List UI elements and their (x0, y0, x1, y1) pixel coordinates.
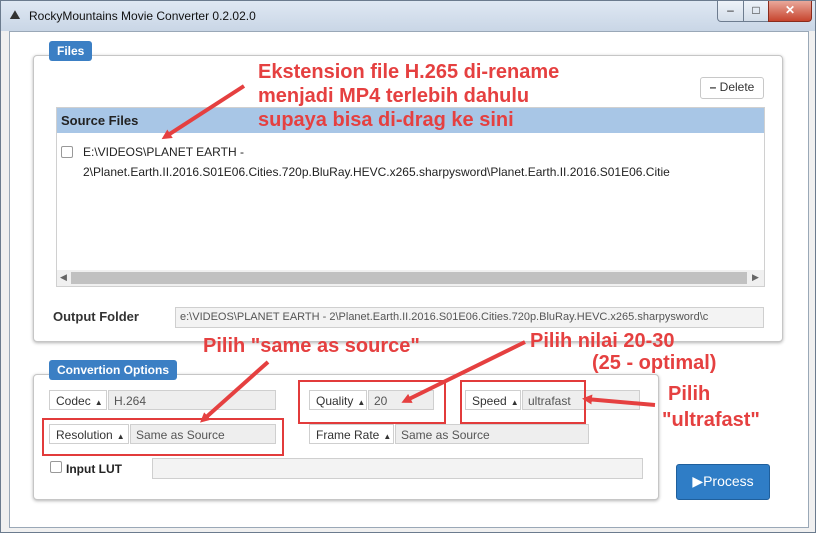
drag-note-line2: menjadi MP4 terlebih dahulu (258, 85, 530, 107)
resolution-arrow (200, 360, 270, 423)
drag-arrow (161, 84, 246, 140)
drag-note-line1: Ekstension file H.265 di-rename (258, 61, 560, 83)
speed-note-line2: "ultrafast" (662, 409, 760, 431)
quality-note-line2: (25 - optimal) (592, 352, 717, 374)
resolution-note: Pilih "same as source" (203, 335, 420, 357)
quality-arrow (401, 340, 526, 403)
quality-note-line1: Pilih nilai 20-30 (530, 330, 675, 352)
drag-note-line3: supaya bisa di-drag ke sini (258, 109, 514, 131)
speed-arrow (582, 394, 656, 407)
speed-note-line1: Pilih (668, 383, 711, 405)
